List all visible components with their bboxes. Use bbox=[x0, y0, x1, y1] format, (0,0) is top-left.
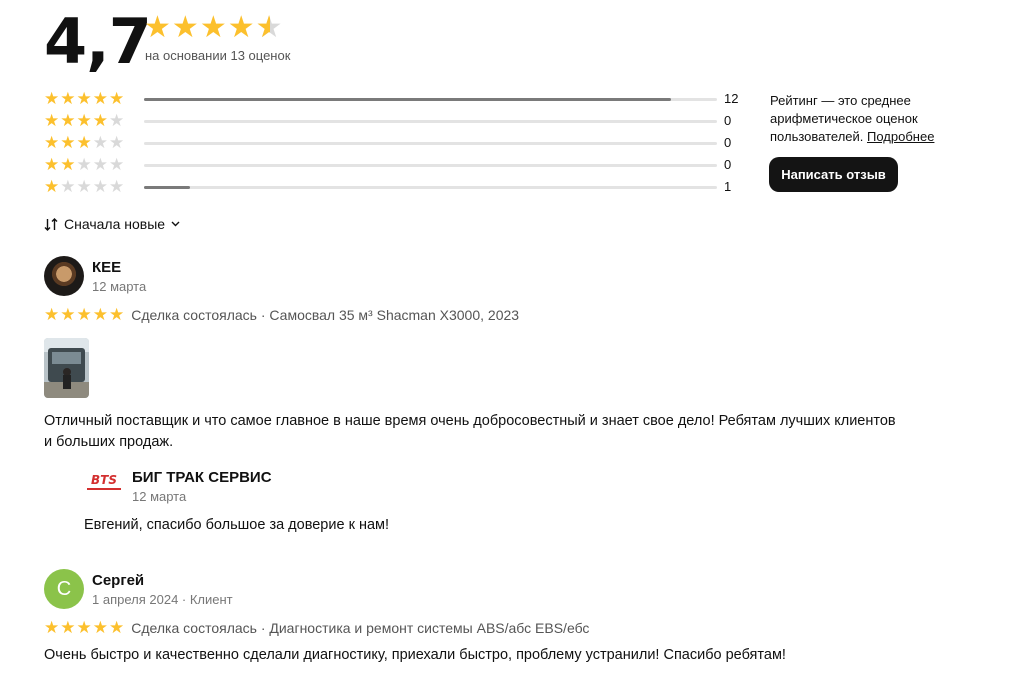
star-icon: ★ bbox=[227, 11, 256, 44]
avatar[interactable] bbox=[44, 256, 84, 296]
review-stars-icon: ★ ★ ★ ★ ★ bbox=[44, 618, 126, 637]
reply-text: Евгений, спасибо большое за доверие к на… bbox=[84, 517, 390, 533]
rating-row-5: ★ ★ ★ ★ ★ 12 bbox=[44, 89, 744, 111]
half-star-icon: ★ bbox=[256, 12, 284, 45]
rating-row-2: ★ ★ ★ ★ ★ 0 bbox=[44, 155, 744, 177]
review-text: Очень быстро и качественно сделали диагн… bbox=[44, 647, 786, 663]
review-meta-text: Сделка состоялась · Диагностика и ремонт… bbox=[131, 620, 590, 636]
review-text: Отличный поставщик и что самое главное в… bbox=[44, 413, 896, 450]
review-date: 1 апреля 2024 · Клиент bbox=[92, 592, 233, 607]
stars-2-icon: ★ ★ ★ ★ ★ bbox=[44, 155, 126, 174]
stars-3-icon: ★ ★ ★ ★ ★ bbox=[44, 133, 126, 152]
review-meta: ★ ★ ★ ★ ★ Сделка состоялась · Диагностика и … bbox=[44, 618, 589, 638]
rating-row-1: ★ ★ ★ ★ ★ 1 bbox=[44, 177, 744, 199]
rating-row-3: ★ ★ ★ ★ ★ 0 bbox=[44, 133, 744, 155]
write-review-button[interactable]: Написать отзыв bbox=[769, 157, 898, 192]
chevron-down-icon bbox=[171, 221, 180, 227]
avatar[interactable]: С bbox=[44, 569, 84, 609]
review-author[interactable]: Сергей bbox=[92, 572, 144, 589]
review-date: 12 марта bbox=[92, 279, 147, 294]
company-logo: BTS bbox=[84, 474, 124, 494]
rating-bar-fill bbox=[144, 98, 672, 101]
stars-5-icon: ★ ★ ★ ★ ★ bbox=[44, 89, 126, 108]
rating-row-4: ★ ★ ★ ★ ★ 0 bbox=[44, 111, 744, 133]
rating-basis: на основании 13 оценок bbox=[145, 48, 291, 63]
rating-bar-fill bbox=[144, 186, 190, 189]
reply-author[interactable]: БИГ ТРАК СЕРВИС bbox=[132, 469, 272, 486]
rating-bar bbox=[144, 120, 717, 123]
avatar-letter: С bbox=[56, 577, 72, 600]
review-author[interactable]: КЕЕ bbox=[92, 259, 121, 276]
reply-date: 12 марта bbox=[132, 489, 187, 504]
rating-bar bbox=[144, 98, 717, 101]
rating-bar bbox=[144, 142, 717, 145]
stars-4-icon: ★ ★ ★ ★ ★ bbox=[44, 111, 126, 130]
rating-count: 0 bbox=[724, 113, 732, 128]
star-icon: ★ bbox=[199, 11, 228, 44]
rating-bar bbox=[144, 164, 717, 167]
truck-photo-icon bbox=[44, 338, 89, 398]
rating-info: Рейтинг — это среднее арифметическое оце… bbox=[770, 92, 960, 146]
company-logo-text: BTS bbox=[91, 473, 117, 487]
rating-count: 12 bbox=[724, 91, 739, 106]
review-meta: ★ ★ ★ ★ ★ Сделка состоялась · Самосвал 35 м³… bbox=[44, 305, 519, 325]
overall-stars: ★ ★ ★ ★ ★ bbox=[144, 11, 284, 45]
star-icon: ★ bbox=[171, 11, 200, 44]
sort-label: Сначала новые bbox=[64, 216, 166, 232]
rating-count: 0 bbox=[724, 135, 732, 150]
sort-arrows-icon bbox=[44, 217, 58, 231]
rating-bar bbox=[144, 186, 717, 189]
sort-dropdown[interactable]: Сначала новые bbox=[44, 216, 180, 232]
overall-rating: 4,7 bbox=[44, 5, 152, 78]
star-icon: ★ bbox=[144, 11, 172, 44]
review-photo[interactable] bbox=[44, 338, 89, 398]
review-meta-text: Сделка состоялась · Самосвал 35 м³ Shacm… bbox=[131, 307, 520, 323]
stars-1-icon: ★ ★ ★ ★ ★ bbox=[44, 177, 126, 196]
more-link[interactable]: Подробнее bbox=[867, 129, 934, 144]
rating-count: 0 bbox=[724, 157, 732, 172]
review-stars-icon: ★ ★ ★ ★ ★ bbox=[44, 305, 126, 324]
rating-count: 1 bbox=[724, 179, 732, 194]
